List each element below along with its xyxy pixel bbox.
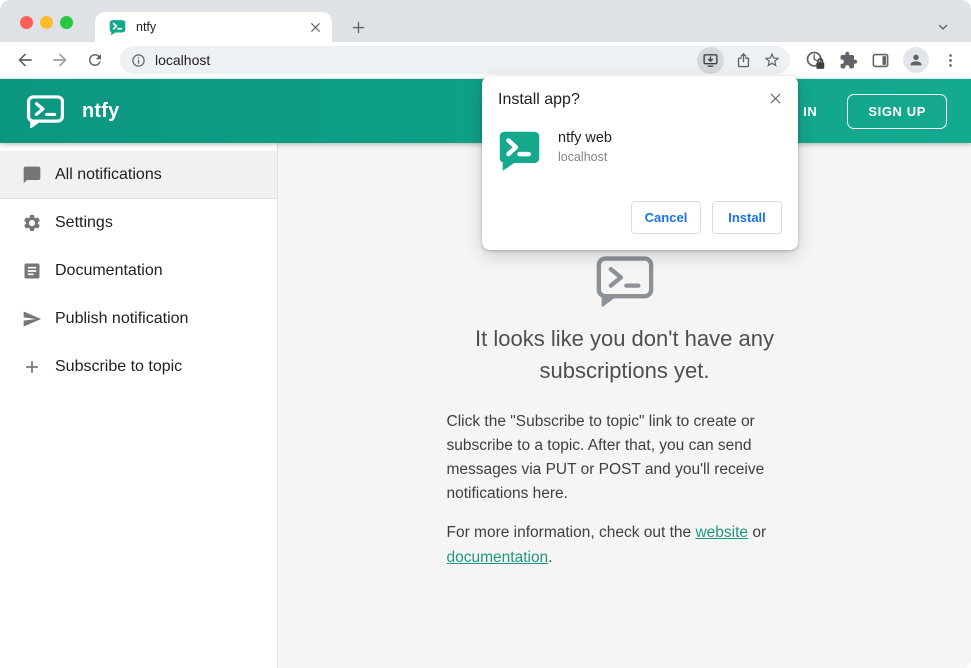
sidebar-item-documentation[interactable]: Documentation: [0, 247, 277, 295]
privacy-extension-icon[interactable]: [805, 50, 826, 71]
sidebar-item-label: Settings: [55, 214, 113, 231]
back-icon[interactable]: [15, 50, 35, 70]
ntfy-favicon: [109, 19, 126, 36]
tab-strip: ntfy: [0, 0, 971, 42]
extensions-puzzle-icon[interactable]: [839, 51, 858, 70]
empty-state-heading: It looks like you don't have any subscri…: [475, 326, 774, 383]
sidebar-item-label: Subscribe to topic: [55, 358, 183, 375]
side-panel-icon[interactable]: [871, 51, 890, 70]
dialog-app-origin: localhost: [558, 150, 608, 164]
install-app-icon[interactable]: [697, 46, 724, 74]
forward-icon[interactable]: [50, 50, 70, 70]
sidebar-item-settings[interactable]: Settings: [0, 199, 277, 247]
site-info-icon[interactable]: [131, 53, 146, 68]
empty-state-body: Click the "Subscribe to topic" link to c…: [446, 412, 765, 503]
info-text-prefix: For more information, check out the: [446, 524, 696, 542]
chat-bubble-icon: [22, 165, 42, 185]
dialog-title: Install app?: [498, 91, 580, 108]
info-text-middle: or: [748, 524, 767, 542]
tab-title: ntfy: [136, 20, 157, 34]
plus-icon: [22, 357, 42, 377]
zoom-window-button[interactable]: [60, 16, 73, 29]
browser-window: ntfy localhost ntfy IN SIGN UP All notif…: [0, 0, 971, 668]
toolbar-extensions-area: [805, 47, 959, 73]
tab-search-chevron-icon[interactable]: [931, 15, 955, 39]
minimize-window-button[interactable]: [40, 16, 53, 29]
sidebar-item-label: All notifications: [55, 165, 162, 183]
sign-up-button[interactable]: SIGN UP: [847, 93, 947, 129]
gear-icon: [22, 213, 42, 233]
new-tab-button[interactable]: [345, 14, 371, 40]
documentation-link[interactable]: documentation: [447, 549, 549, 566]
share-icon[interactable]: [735, 52, 752, 69]
ntfy-app-icon: [498, 129, 541, 172]
sidebar: All notifications Settings Documentation: [0, 143, 278, 668]
url-text: localhost: [155, 52, 211, 68]
info-text-suffix: .: [548, 548, 553, 566]
install-app-dialog: Install app? ntfy web localhost Cancel I…: [482, 76, 798, 250]
website-link[interactable]: website: [695, 524, 748, 541]
address-bar[interactable]: localhost: [120, 46, 790, 74]
window-controls: [20, 16, 73, 29]
close-window-button[interactable]: [20, 16, 33, 29]
install-button[interactable]: Install: [712, 201, 782, 234]
sidebar-item-label: Documentation: [55, 262, 163, 279]
sidebar-item-label: Publish notification: [55, 310, 189, 327]
tab-close-icon[interactable]: [309, 21, 322, 34]
send-icon: [22, 309, 42, 329]
article-icon: [22, 261, 42, 281]
browser-menu-icon[interactable]: [942, 52, 959, 69]
dialog-close-icon[interactable]: [765, 88, 785, 108]
dialog-actions: Cancel Install: [498, 201, 782, 234]
sidebar-item-all-notifications[interactable]: All notifications: [0, 151, 277, 199]
browser-toolbar: localhost: [0, 42, 971, 79]
brand-title: ntfy: [82, 99, 120, 122]
dialog-app-name: ntfy web: [558, 130, 612, 146]
bookmark-star-icon[interactable]: [763, 51, 781, 69]
reload-icon[interactable]: [85, 50, 105, 70]
sidebar-item-subscribe-to-topic[interactable]: Subscribe to topic: [0, 343, 277, 391]
dialog-app-row: ntfy web localhost: [498, 129, 782, 172]
sidebar-item-publish-notification[interactable]: Publish notification: [0, 295, 277, 343]
tab-ntfy[interactable]: ntfy: [95, 12, 332, 42]
ntfy-logo-icon[interactable]: [24, 94, 67, 129]
cancel-button[interactable]: Cancel: [631, 201, 701, 234]
profile-avatar[interactable]: [903, 47, 929, 73]
dialog-app-meta: ntfy web localhost: [558, 129, 612, 164]
ntfy-terminal-icon-large: [594, 254, 656, 309]
more-info-paragraph: For more information, check out the webs…: [447, 521, 803, 569]
